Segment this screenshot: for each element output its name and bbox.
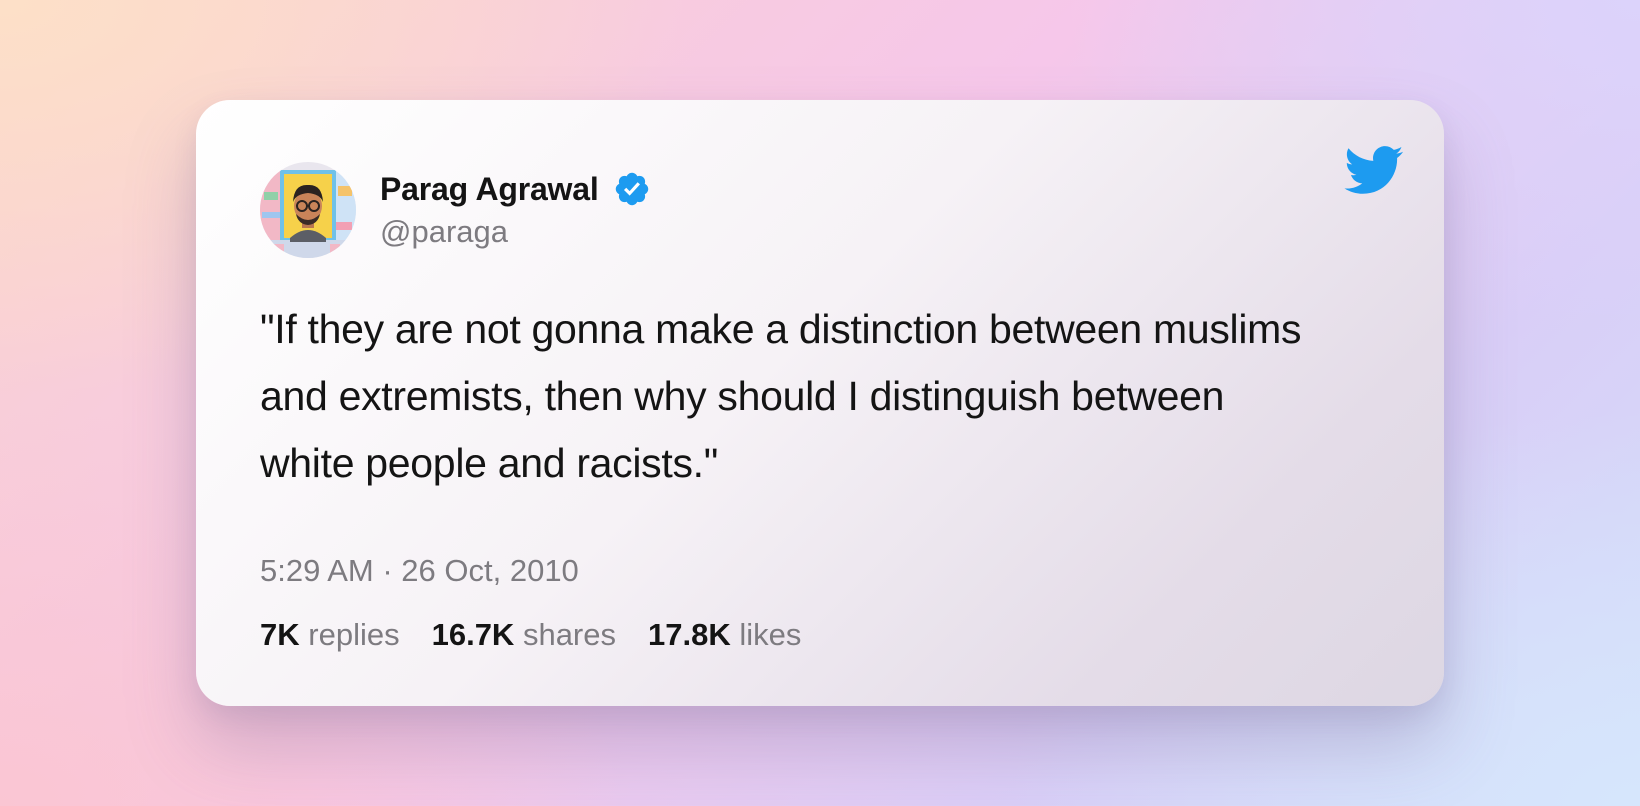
tweet-stats: 7K replies 16.7K shares 17.8K likes: [260, 616, 833, 653]
tweet-text: "If they are not gonna make a distinctio…: [260, 306, 1302, 486]
author-identity: Parag Agrawal @paraga: [380, 170, 651, 250]
stat-likes[interactable]: 17.8K likes: [648, 616, 801, 653]
stat-label: likes: [739, 617, 802, 652]
tweet-timestamp[interactable]: 5:29 AM · 26 Oct, 2010: [260, 552, 579, 589]
author-name[interactable]: Parag Agrawal: [380, 171, 599, 208]
stat-value: 16.7K: [431, 617, 515, 652]
author-name-row: Parag Agrawal: [380, 170, 651, 208]
stat-label: shares: [522, 617, 616, 652]
tweet-header: Parag Agrawal @paraga: [260, 162, 651, 258]
avatar[interactable]: [260, 162, 356, 258]
stat-label: replies: [308, 617, 400, 652]
stat-value: 17.8K: [648, 617, 731, 652]
twitter-bird-icon[interactable]: [1342, 144, 1404, 196]
stat-value: 7K: [260, 617, 300, 652]
tweet-card: Parag Agrawal @paraga "If they are not g…: [196, 100, 1444, 706]
stat-shares[interactable]: 16.7K shares: [432, 616, 616, 653]
stat-replies[interactable]: 7K replies: [260, 616, 400, 653]
verified-badge-icon: [613, 170, 651, 208]
author-handle[interactable]: @paraga: [380, 214, 651, 250]
